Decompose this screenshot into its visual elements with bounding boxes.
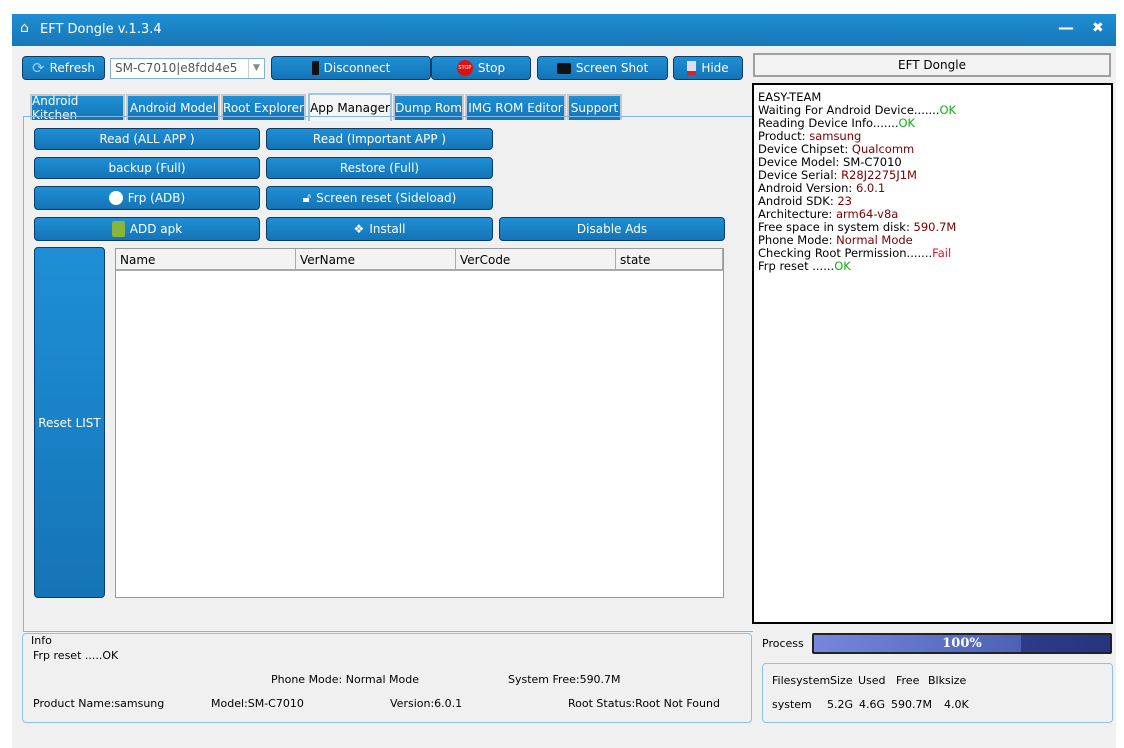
- fs-header-filesystem: Filesystem: [772, 674, 831, 687]
- column-header-vername[interactable]: VerName: [296, 249, 456, 271]
- reset-list-button[interactable]: Reset LIST: [34, 247, 105, 598]
- refresh-button[interactable]: ⟳ Refresh: [22, 56, 105, 80]
- info-group: Info Frp reset .....OK Phone Mode: Norma…: [22, 633, 752, 723]
- disconnect-button[interactable]: Disconnect: [271, 56, 431, 80]
- window-title: EFT Dongle v.1.3.4: [40, 22, 162, 37]
- add-apk-button[interactable]: ADD apk: [34, 217, 260, 241]
- info-phone-mode: Phone Mode: Normal Mode: [271, 673, 420, 686]
- fs-system-size: 5.2G: [827, 698, 854, 711]
- fs-system-free: 590.7M: [891, 698, 932, 711]
- log-label: Waiting For Android Device.......: [758, 103, 940, 117]
- filesystem-group: Filesystem Size Used Free Blksize system…: [762, 663, 1113, 723]
- stop-icon: STOP: [456, 60, 473, 76]
- log-line: Frp reset ......OK: [758, 260, 1107, 273]
- process-progress-bar: 100%: [812, 633, 1112, 654]
- backup-full-button[interactable]: backup (Full): [34, 157, 260, 179]
- install-button[interactable]: ❖ Install: [266, 217, 493, 241]
- chevron-down-icon[interactable]: ▼: [248, 59, 264, 78]
- log-value: 590.7M: [913, 220, 957, 234]
- log-output: EASY-TEAM Waiting For Android Device.....…: [752, 83, 1113, 624]
- close-button[interactable]: ✖: [1092, 20, 1104, 36]
- fs-system-name: system: [772, 698, 812, 711]
- log-value: OK: [939, 103, 957, 117]
- log-label: Architecture:: [758, 207, 836, 221]
- hide-icon: [687, 61, 697, 75]
- unlock-icon: 🔓︎: [302, 190, 312, 206]
- stop-button[interactable]: STOP Stop: [431, 56, 531, 80]
- log-value: R28J2275J1M: [841, 168, 917, 182]
- info-model: Model:SM-C7010: [211, 697, 304, 710]
- device-select[interactable]: SM-C7010|e8fdd4e5 ▼: [110, 58, 265, 79]
- log-label: Device Chipset:: [758, 142, 852, 156]
- fs-system-used: 4.6G: [859, 698, 886, 711]
- process-percent: 100%: [942, 636, 982, 651]
- info-root-status: Root Status:Root Not Found: [568, 697, 720, 710]
- log-value: Normal Mode: [836, 233, 913, 247]
- log-label: EASY-TEAM: [758, 90, 822, 104]
- log-label: Frp reset ......: [758, 259, 835, 273]
- column-header-vercode[interactable]: VerCode: [456, 249, 616, 271]
- read-important-app-button[interactable]: Read (Important APP ): [266, 128, 493, 150]
- title-bar[interactable]: ⌂ EFT Dongle v.1.3.4 — ✖: [12, 14, 1116, 46]
- frp-adb-button[interactable]: Frp (ADB): [34, 186, 260, 210]
- log-value: Fail: [932, 246, 952, 260]
- log-value: samsung: [809, 129, 862, 143]
- app-table[interactable]: Name VerName VerCode state: [115, 248, 724, 598]
- log-label: Checking Root Permission.......: [758, 246, 933, 260]
- log-value: 6.0.1: [855, 181, 886, 195]
- camera-icon: [556, 62, 571, 74]
- fs-header-blksize: Blksize: [928, 674, 967, 687]
- home-icon: ⌂: [20, 20, 29, 36]
- app-window: ⌂ EFT Dongle v.1.3.4 — ✖ ⟳ Refresh SM-C70…: [12, 14, 1116, 748]
- fs-system-blksize: 4.0K: [944, 698, 969, 711]
- log-value: arm64-v8a: [835, 207, 899, 221]
- log-value: 23: [837, 194, 852, 208]
- screenshot-button[interactable]: Screen Shot: [537, 56, 668, 80]
- log-label: Product:: [758, 129, 810, 143]
- dropbox-icon: ❖: [353, 222, 365, 236]
- fs-header-size: Size: [830, 674, 853, 687]
- log-panel-title[interactable]: EFT Dongle: [753, 53, 1111, 77]
- disable-ads-button[interactable]: Disable Ads: [499, 217, 725, 241]
- info-version: Version:6.0.1: [390, 697, 463, 710]
- column-header-state[interactable]: state: [616, 249, 723, 271]
- log-label: Device Model:: [758, 155, 844, 169]
- read-all-app-button[interactable]: Read (ALL APP ): [34, 128, 260, 150]
- info-status: Frp reset .....OK: [33, 649, 119, 662]
- log-value: Qualcomm: [851, 142, 915, 156]
- info-system-free: System Free:590.7M: [508, 673, 621, 686]
- hide-button[interactable]: Hide: [673, 56, 743, 80]
- log-value: SM-C7010: [843, 155, 902, 169]
- log-value: OK: [834, 259, 851, 273]
- log-value: OK: [898, 116, 916, 130]
- user-icon: [108, 191, 123, 205]
- fs-header-free: Free: [896, 674, 920, 687]
- fs-header-used: Used: [858, 674, 886, 687]
- minimize-button[interactable]: —: [1058, 18, 1074, 37]
- log-label: Android SDK:: [758, 194, 838, 208]
- column-header-name[interactable]: Name: [116, 249, 296, 271]
- info-title: Info: [31, 634, 52, 647]
- log-label: Free space in system disk:: [758, 220, 914, 234]
- log-label: Phone Mode:: [758, 233, 837, 247]
- screen-reset-button[interactable]: 🔓︎ Screen reset (Sideload): [266, 186, 493, 210]
- android-icon: [111, 221, 125, 237]
- refresh-icon: ⟳: [32, 59, 45, 77]
- log-label: Android Version:: [758, 181, 856, 195]
- restore-full-button[interactable]: Restore (Full): [266, 157, 493, 179]
- log-label: Device Serial:: [758, 168, 842, 182]
- info-product: Product Name:samsung: [33, 697, 165, 710]
- usb-icon: [311, 61, 319, 75]
- log-label: Reading Device Info.......: [758, 116, 899, 130]
- process-label: Process: [762, 637, 804, 650]
